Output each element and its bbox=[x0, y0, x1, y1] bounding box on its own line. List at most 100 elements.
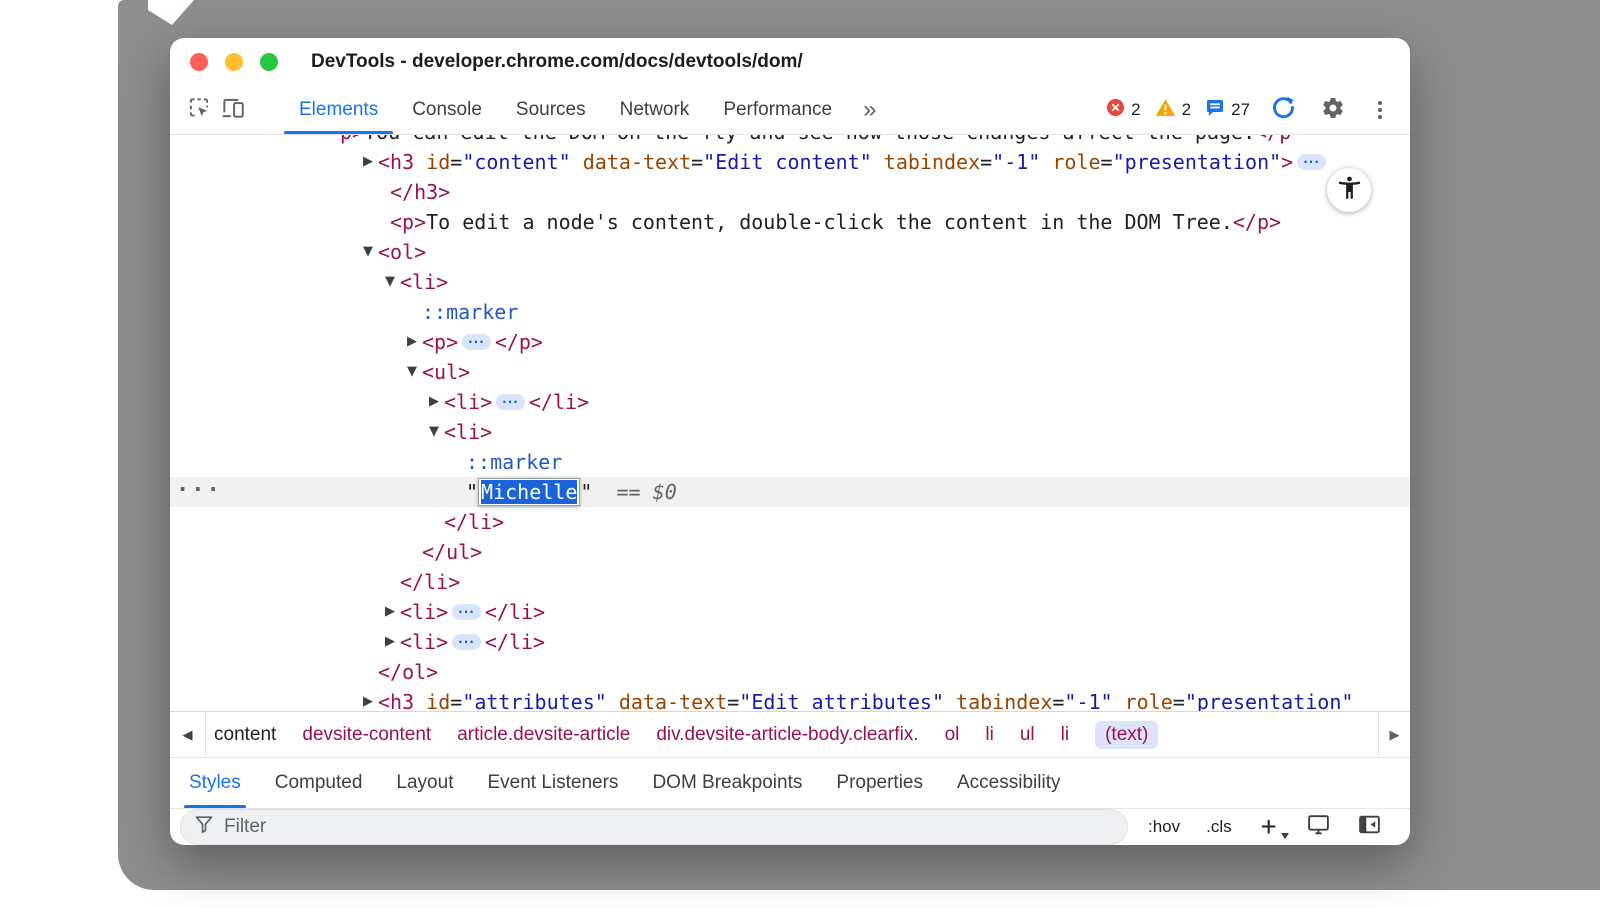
tab-sources[interactable]: Sources bbox=[499, 86, 603, 134]
inspect-element-button[interactable] bbox=[182, 93, 216, 127]
minimize-window-button[interactable] bbox=[225, 53, 243, 71]
device-toolbar-button[interactable] bbox=[216, 93, 250, 127]
breadcrumb-item[interactable]: div.devsite-article-body.clearfix. bbox=[656, 724, 918, 746]
styles-tab-accessibility[interactable]: Accessibility bbox=[940, 758, 1077, 808]
expand-inline-button[interactable]: ··· bbox=[1297, 154, 1326, 170]
tab-elements[interactable]: Elements bbox=[282, 86, 395, 134]
styles-tab-event-listeners[interactable]: Event Listeners bbox=[470, 758, 635, 808]
dom-tree-line[interactable]: ▼<ul> bbox=[170, 357, 1410, 387]
breadcrumb-scroll-right-button[interactable]: ▶ bbox=[1378, 712, 1410, 757]
issues-badge[interactable]: 27 bbox=[1205, 98, 1250, 123]
disclosure-down-icon[interactable]: ▼ bbox=[382, 267, 398, 297]
expand-inline-button[interactable]: ··· bbox=[452, 604, 481, 620]
disclosure-right-icon[interactable]: ▶ bbox=[426, 387, 442, 417]
disclosure-right-icon[interactable]: ▶ bbox=[382, 627, 398, 657]
expand-inline-button[interactable]: ··· bbox=[462, 334, 491, 350]
toggle-element-state-button[interactable]: :hov bbox=[1148, 817, 1180, 837]
breadcrumb-item[interactable]: content bbox=[214, 724, 276, 746]
dom-tree-line[interactable]: ···"Michelle" == $0 bbox=[170, 477, 1410, 507]
styles-tab-layout[interactable]: Layout bbox=[379, 758, 470, 808]
funnel-icon bbox=[194, 814, 214, 840]
breadcrumb-item[interactable]: (text) bbox=[1095, 721, 1158, 749]
styles-tab-styles[interactable]: Styles bbox=[172, 758, 258, 808]
window-titlebar: DevTools - developer.chrome.com/docs/dev… bbox=[170, 38, 1410, 86]
zoom-window-button[interactable] bbox=[260, 53, 278, 71]
dom-tree-line[interactable]: ▶<li>···</li> bbox=[170, 597, 1410, 627]
expand-inline-button[interactable]: ··· bbox=[452, 634, 481, 650]
styles-tab-dom-breakpoints[interactable]: DOM Breakpoints bbox=[635, 758, 819, 808]
filter-placeholder: Filter bbox=[224, 816, 266, 838]
gear-icon bbox=[1321, 96, 1345, 125]
error-badge[interactable]: 2 bbox=[1106, 98, 1140, 122]
breadcrumb-item[interactable]: li bbox=[1061, 724, 1069, 746]
breadcrumb-bar: ◀ content devsite-content article.devsite-… bbox=[170, 711, 1410, 757]
breadcrumb-item[interactable]: ol bbox=[945, 724, 960, 746]
element-classes-button[interactable]: .cls bbox=[1206, 817, 1232, 837]
warning-badge[interactable]: 2 bbox=[1155, 98, 1191, 122]
styles-toolbar-buttons: :hov .cls + bbox=[1148, 812, 1382, 842]
new-style-rule-button[interactable]: + bbox=[1258, 816, 1280, 838]
dom-tree-line[interactable]: </li> bbox=[170, 507, 1410, 537]
tab-network[interactable]: Network bbox=[603, 86, 707, 134]
dom-tree-line[interactable]: </ol> bbox=[170, 657, 1410, 687]
styles-filter-bar: Filter :hov .cls + bbox=[170, 808, 1410, 845]
disclosure-down-icon[interactable]: ▼ bbox=[360, 237, 376, 267]
status-badges: 2 2 bbox=[1092, 98, 1250, 123]
error-icon bbox=[1106, 98, 1125, 122]
more-tabs-button[interactable]: » bbox=[853, 98, 886, 122]
refresh-circle-button[interactable] bbox=[1266, 93, 1300, 127]
dom-tree-line[interactable]: ▶<li>···</li> bbox=[170, 387, 1410, 417]
disclosure-right-icon[interactable]: ▶ bbox=[404, 327, 420, 357]
tab-performance[interactable]: Performance bbox=[706, 86, 849, 134]
issues-icon bbox=[1205, 98, 1225, 123]
window-title: DevTools - developer.chrome.com/docs/dev… bbox=[311, 51, 803, 73]
toggle-sidebar-button[interactable] bbox=[1357, 812, 1382, 842]
styles-filter-input[interactable]: Filter bbox=[180, 809, 1128, 845]
panel-tabs: ElementsConsoleSourcesNetworkPerformance bbox=[282, 86, 849, 134]
dom-tree-line[interactable]: ::marker bbox=[170, 297, 1410, 327]
dom-tree: p>You can edit the DOM on the fly and se… bbox=[170, 135, 1410, 711]
dom-tree-line[interactable]: ▶<h3 id="content" data-text="Edit conten… bbox=[170, 147, 1410, 177]
disclosure-right-icon[interactable]: ▶ bbox=[360, 687, 376, 711]
error-count: 2 bbox=[1131, 100, 1140, 120]
disclosure-down-icon[interactable]: ▼ bbox=[426, 417, 442, 447]
styles-tab-computed[interactable]: Computed bbox=[258, 758, 380, 808]
menu-button[interactable] bbox=[1366, 93, 1394, 127]
accessibility-icon bbox=[1336, 174, 1363, 206]
disclosure-down-icon[interactable]: ▼ bbox=[404, 357, 420, 387]
dom-tree-line[interactable]: ▼<li> bbox=[170, 417, 1410, 447]
dom-tree-line[interactable]: <p>To edit a node's content, double-clic… bbox=[170, 207, 1410, 237]
tab-console[interactable]: Console bbox=[395, 86, 499, 134]
rendering-emulations-button[interactable] bbox=[1306, 812, 1331, 842]
dom-tree-line[interactable]: p>You can edit the DOM on the fly and se… bbox=[170, 135, 1410, 147]
dom-tree-line[interactable]: ▼<li> bbox=[170, 267, 1410, 297]
monitor-icon bbox=[1306, 824, 1331, 841]
dom-tree-line[interactable]: </li> bbox=[170, 567, 1410, 597]
dom-tree-line[interactable]: </h3> bbox=[170, 177, 1410, 207]
dom-tree-line[interactable]: ▶<p>···</p> bbox=[170, 327, 1410, 357]
settings-button[interactable] bbox=[1316, 93, 1350, 127]
breadcrumb-item[interactable]: article.devsite-article bbox=[457, 724, 630, 746]
disclosure-right-icon[interactable]: ▶ bbox=[382, 597, 398, 627]
devtools-window: DevTools - developer.chrome.com/docs/dev… bbox=[170, 38, 1410, 845]
breadcrumb-item[interactable]: ul bbox=[1020, 724, 1035, 746]
breadcrumb-item[interactable]: li bbox=[985, 724, 993, 746]
dom-tree-line[interactable]: </ul> bbox=[170, 537, 1410, 567]
dom-tree-line[interactable]: ▼<ol> bbox=[170, 237, 1410, 267]
inline-edit-box[interactable]: Michelle bbox=[478, 478, 580, 506]
dom-tree-line[interactable]: ▶<h3 id="attributes" data-text="Edit att… bbox=[170, 687, 1410, 711]
dom-tree-line[interactable]: ▶<li>···</li> bbox=[170, 627, 1410, 657]
node-actions-dots[interactable]: ··· bbox=[176, 477, 222, 505]
caret-down-icon bbox=[1281, 833, 1289, 839]
accessibility-button[interactable] bbox=[1327, 168, 1371, 212]
breadcrumb-item[interactable]: devsite-content bbox=[302, 724, 431, 746]
breadcrumb-scroll-left-button[interactable]: ◀ bbox=[170, 712, 206, 757]
expand-inline-button[interactable]: ··· bbox=[496, 394, 525, 410]
device-toolbar-icon bbox=[220, 95, 246, 126]
close-window-button[interactable] bbox=[190, 53, 208, 71]
disclosure-right-icon[interactable]: ▶ bbox=[360, 147, 376, 177]
dom-tree-line[interactable]: ::marker bbox=[170, 447, 1410, 477]
styles-tab-properties[interactable]: Properties bbox=[819, 758, 940, 808]
elements-panel: p>You can edit the DOM on the fly and se… bbox=[170, 135, 1410, 711]
warning-count: 2 bbox=[1182, 100, 1191, 120]
